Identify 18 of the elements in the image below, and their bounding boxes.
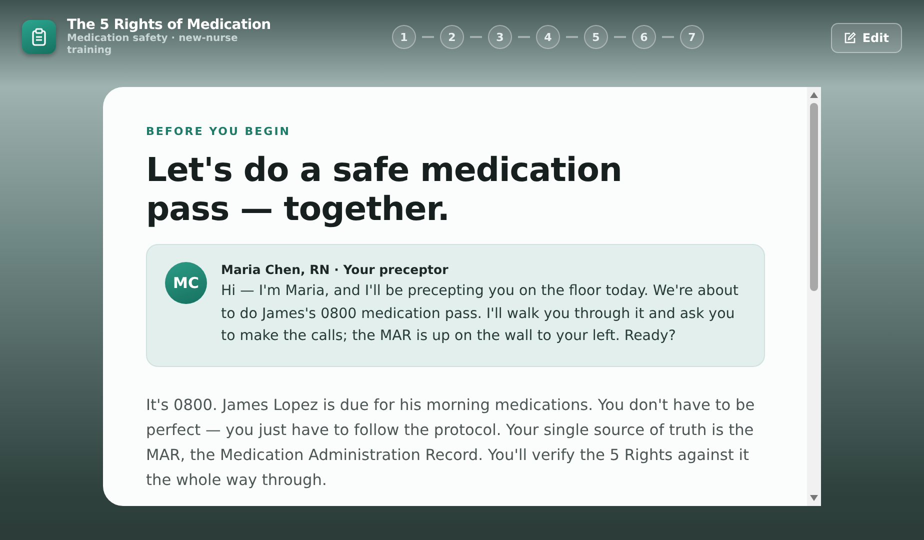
edit-button[interactable]: Edit	[831, 23, 902, 53]
step-indicator[interactable]: 7	[680, 25, 704, 49]
step-indicator[interactable]: 4	[536, 25, 560, 49]
app-subtitle: Medication safety · new-nurse training	[67, 33, 239, 57]
app-logo-icon	[22, 20, 56, 54]
step-indicator[interactable]: 1	[392, 25, 416, 49]
message-author: Maria Chen, RN · Your preceptor	[221, 262, 450, 277]
message-text: Hi — I'm Maria, and I'll be precepting you on the floor today. We're about to do James's 0800 medication pass. I'll walk you through it and ask you to make the calls; the MAR is up on the wall to your left. Ready?	[221, 282, 740, 346]
step-indicator[interactable]: 3	[488, 25, 512, 49]
step-indicator[interactable]: 2	[440, 25, 464, 49]
step-indicator[interactable]: 5	[584, 25, 608, 49]
section-eyebrow: BEFORE YOU BEGIN	[146, 125, 292, 138]
avatar: MC	[165, 262, 207, 304]
step-indicator[interactable]: 6	[632, 25, 656, 49]
page-heading: Let's do a safe medication pass — together.	[146, 150, 623, 228]
scrollbar[interactable]	[807, 87, 821, 506]
edit-icon	[844, 32, 856, 44]
intro-paragraph: It's 0800. James Lopez is due for his morning medications. You don't have to be perfect — you just have to follow the protocol. Your single source of truth is the MAR, the Medication Administration Record. You'll verify the 5 Rights against it the whole way through.	[146, 395, 756, 491]
